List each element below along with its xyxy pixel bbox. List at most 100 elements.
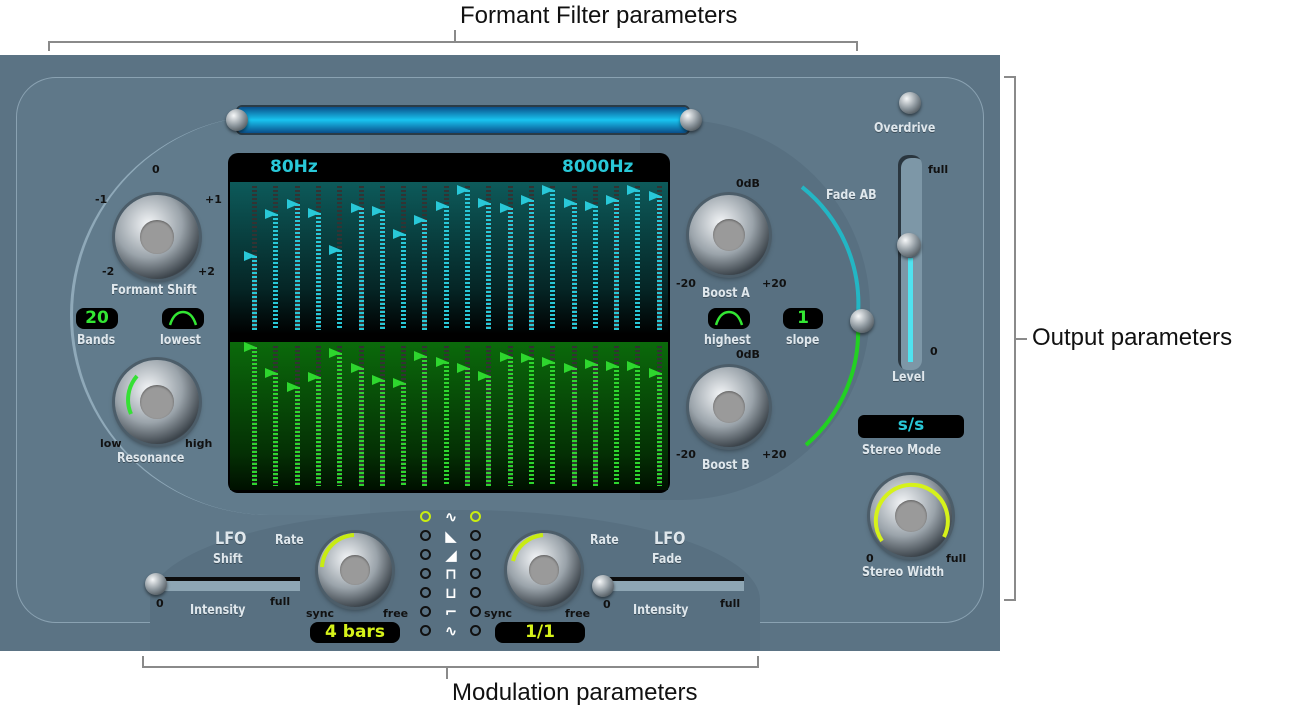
shift-intensity-slider[interactable] bbox=[158, 577, 300, 591]
band-handle[interactable] bbox=[372, 375, 384, 385]
fade-rate-display[interactable]: 1/1 bbox=[495, 622, 585, 643]
band-handle[interactable] bbox=[287, 199, 299, 209]
band-level[interactable] bbox=[422, 356, 427, 486]
frequency-range-slider[interactable] bbox=[238, 107, 688, 133]
band-level[interactable] bbox=[529, 200, 534, 330]
band-handle[interactable] bbox=[329, 245, 341, 255]
stereo-mode-display[interactable]: s/s bbox=[858, 415, 964, 438]
boost-a-knob[interactable] bbox=[689, 195, 769, 275]
band-handle[interactable] bbox=[521, 195, 533, 205]
filter-bank-b[interactable] bbox=[230, 342, 668, 490]
lfo-right-wave-led[interactable] bbox=[470, 587, 481, 598]
band-level[interactable] bbox=[614, 366, 619, 486]
band-level[interactable] bbox=[273, 214, 278, 330]
band-level[interactable] bbox=[635, 190, 640, 330]
band-level[interactable] bbox=[572, 368, 577, 486]
highest-filter-button[interactable] bbox=[708, 308, 750, 329]
band-level[interactable] bbox=[316, 213, 321, 330]
bands-display[interactable]: 20 bbox=[76, 308, 118, 329]
band-level[interactable] bbox=[657, 373, 662, 486]
filter-bank-a[interactable] bbox=[230, 182, 668, 334]
band-handle[interactable] bbox=[393, 229, 405, 239]
band-handle[interactable] bbox=[521, 353, 533, 363]
band-handle[interactable] bbox=[478, 198, 490, 208]
band-handle[interactable] bbox=[457, 363, 469, 373]
band-level[interactable] bbox=[359, 368, 364, 486]
lowest-filter-button[interactable] bbox=[162, 308, 204, 329]
band-handle[interactable] bbox=[627, 185, 639, 195]
band-handle[interactable] bbox=[244, 342, 256, 352]
low-freq-handle[interactable] bbox=[226, 109, 248, 131]
high-freq-handle[interactable] bbox=[680, 109, 702, 131]
band-level[interactable] bbox=[444, 206, 449, 330]
lfo-left-wave-led[interactable] bbox=[420, 530, 431, 541]
lfo-right-wave-led[interactable] bbox=[470, 530, 481, 541]
band-level[interactable] bbox=[508, 357, 513, 486]
band-level[interactable] bbox=[550, 362, 555, 486]
band-level[interactable] bbox=[295, 387, 300, 486]
band-handle[interactable] bbox=[436, 357, 448, 367]
band-level[interactable] bbox=[444, 362, 449, 486]
band-level[interactable] bbox=[380, 211, 385, 330]
band-level[interactable] bbox=[337, 250, 342, 330]
band-level[interactable] bbox=[252, 347, 257, 486]
lfo-left-wave-led[interactable] bbox=[420, 549, 431, 560]
band-level[interactable] bbox=[572, 203, 577, 330]
band-handle[interactable] bbox=[649, 191, 661, 201]
band-handle[interactable] bbox=[414, 215, 426, 225]
band-handle[interactable] bbox=[287, 382, 299, 392]
band-level[interactable] bbox=[252, 256, 257, 330]
band-level[interactable] bbox=[316, 377, 321, 486]
band-level[interactable] bbox=[465, 190, 470, 330]
band-handle[interactable] bbox=[457, 185, 469, 195]
band-handle[interactable] bbox=[351, 363, 363, 373]
band-level[interactable] bbox=[465, 368, 470, 486]
lfo-right-wave-led[interactable] bbox=[470, 625, 481, 636]
band-handle[interactable] bbox=[564, 363, 576, 373]
band-level[interactable] bbox=[337, 353, 342, 486]
fade-rate-knob[interactable] bbox=[507, 533, 581, 607]
lfo-right-wave-led[interactable] bbox=[470, 549, 481, 560]
level-slider[interactable] bbox=[898, 155, 922, 370]
band-level[interactable] bbox=[593, 364, 598, 486]
lfo-left-wave-led[interactable] bbox=[420, 587, 431, 598]
band-handle[interactable] bbox=[564, 198, 576, 208]
band-handle[interactable] bbox=[329, 348, 341, 358]
band-handle[interactable] bbox=[649, 368, 661, 378]
band-handle[interactable] bbox=[308, 372, 320, 382]
band-handle[interactable] bbox=[585, 359, 597, 369]
boost-b-knob[interactable] bbox=[689, 367, 769, 447]
shift-intensity-handle[interactable] bbox=[145, 573, 167, 595]
band-handle[interactable] bbox=[351, 203, 363, 213]
band-handle[interactable] bbox=[606, 361, 618, 371]
band-handle[interactable] bbox=[308, 208, 320, 218]
band-handle[interactable] bbox=[372, 206, 384, 216]
band-handle[interactable] bbox=[265, 209, 277, 219]
band-level[interactable] bbox=[422, 220, 427, 330]
band-level[interactable] bbox=[529, 358, 534, 486]
shift-rate-knob[interactable] bbox=[318, 533, 392, 607]
band-level[interactable] bbox=[359, 208, 364, 330]
band-handle[interactable] bbox=[542, 357, 554, 367]
band-handle[interactable] bbox=[414, 351, 426, 361]
band-handle[interactable] bbox=[585, 201, 597, 211]
band-level[interactable] bbox=[401, 234, 406, 330]
band-handle[interactable] bbox=[606, 195, 618, 205]
band-handle[interactable] bbox=[393, 378, 405, 388]
lfo-left-wave-led[interactable] bbox=[420, 606, 431, 617]
lfo-left-wave-led[interactable] bbox=[420, 511, 431, 522]
band-level[interactable] bbox=[486, 376, 491, 486]
band-level[interactable] bbox=[657, 196, 662, 330]
band-level[interactable] bbox=[508, 208, 513, 330]
level-handle[interactable] bbox=[897, 233, 921, 257]
band-handle[interactable] bbox=[542, 185, 554, 195]
lfo-left-wave-led[interactable] bbox=[420, 625, 431, 636]
lfo-right-wave-led[interactable] bbox=[470, 606, 481, 617]
band-level[interactable] bbox=[614, 200, 619, 330]
band-handle[interactable] bbox=[436, 201, 448, 211]
band-level[interactable] bbox=[593, 206, 598, 330]
stereo-width-knob[interactable] bbox=[870, 475, 952, 557]
lfo-right-wave-led[interactable] bbox=[470, 511, 481, 522]
overdrive-button[interactable] bbox=[899, 92, 921, 114]
band-level[interactable] bbox=[401, 383, 406, 486]
